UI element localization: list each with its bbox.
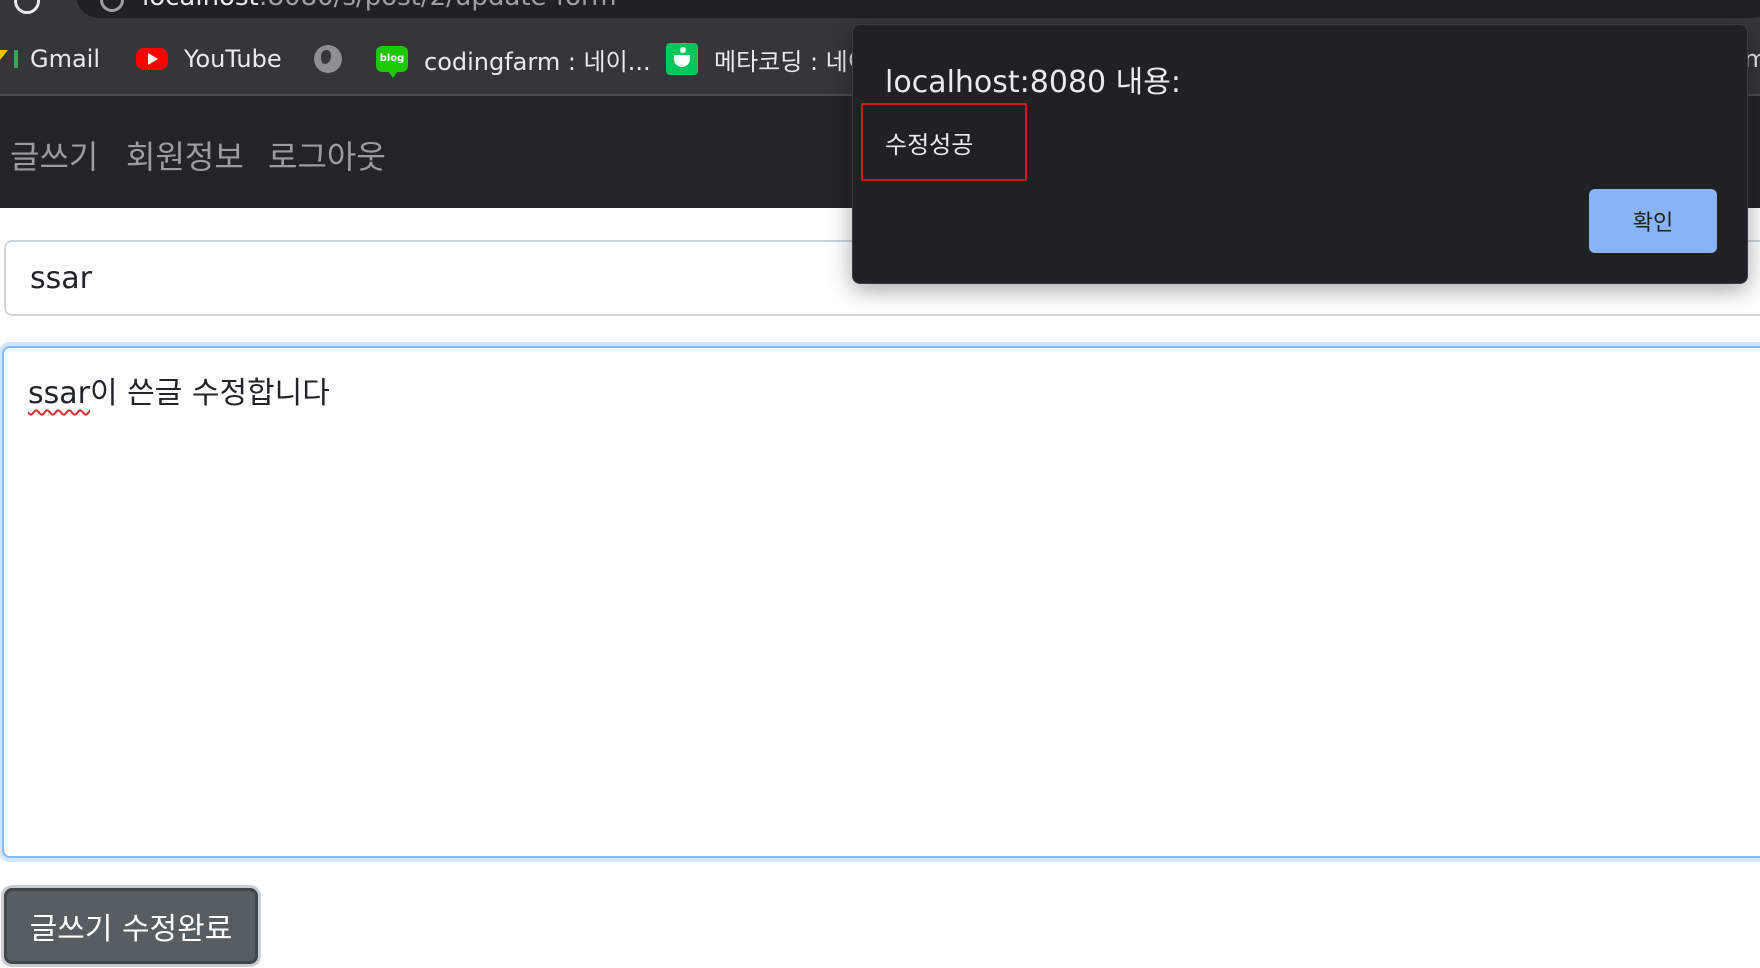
alert-message-highlight: 수정성공 [861,103,1027,181]
nav-link-user-info[interactable]: 회원정보 [126,132,244,178]
bookmark-label: Gmail [30,45,101,73]
gmail-icon [0,44,18,74]
bookmark-codingfarm[interactable]: blog codingfarm : 네이... [376,42,651,78]
metacoding-icon [666,43,698,75]
misspelled-word: ssar [28,376,90,411]
bookmark-label: YouTube [184,45,282,73]
url-host: localhost [142,0,259,12]
browser-toolbar: localhost:8080/s/post/2/update-form [0,0,1760,20]
naver-blog-icon: blog [376,46,408,78]
url-path: :8080/s/post/2/update-form [259,0,617,12]
bookmark-label: 메타코딩 : 네이 [714,47,870,76]
bookmark-youtube[interactable]: YouTube [136,42,282,76]
nav-link-logout[interactable]: 로그아웃 [268,132,386,178]
alert-origin-title: localhost:8080 내용: [885,65,1181,100]
content-textarea[interactable]: ssar이 쓴글 수정합니다 [2,346,1760,858]
alert-message: 수정성공 [885,131,974,159]
alert-dialog: localhost:8080 내용: 수정성공 확인 [852,24,1748,284]
bookmark-gmail[interactable]: Gmail [0,42,100,76]
update-submit-button[interactable]: 글쓰기 수정완료 [4,888,258,964]
bookmark-label: codingfarm : 네이... [424,47,651,76]
alert-ok-button[interactable]: 확인 [1589,189,1717,253]
url-text[interactable]: localhost:8080/s/post/2/update-form [142,0,617,12]
content-text: 이 쓴글 수정합니다 [89,376,330,411]
reload-icon[interactable] [14,0,40,14]
youtube-icon [136,48,168,70]
bookmark-metacoding[interactable]: 메타코딩 : 네이 [666,42,870,76]
nav-link-write[interactable]: 글쓰기 [10,132,98,178]
bookmark-globe[interactable] [314,42,358,76]
globe-icon [314,45,342,73]
